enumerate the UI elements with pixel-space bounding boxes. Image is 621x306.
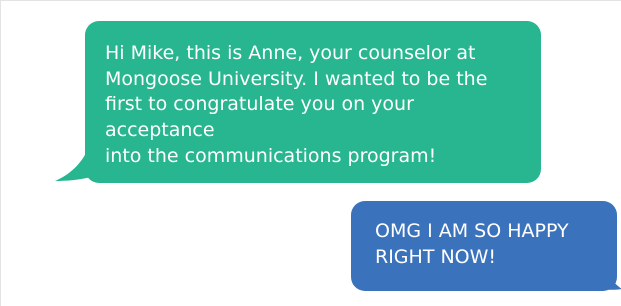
- incoming-message-text: Hi Mike, this is Anne, your counselor at…: [105, 42, 488, 167]
- chat-thread: Hi Mike, this is Anne, your counselor at…: [0, 0, 621, 306]
- outgoing-message-bubble[interactable]: OMG I AM SO HAPPY RIGHT NOW!: [351, 201, 617, 291]
- outgoing-message-text: OMG I AM SO HAPPY RIGHT NOW!: [375, 220, 569, 268]
- incoming-message-bubble[interactable]: Hi Mike, this is Anne, your counselor at…: [85, 21, 541, 183]
